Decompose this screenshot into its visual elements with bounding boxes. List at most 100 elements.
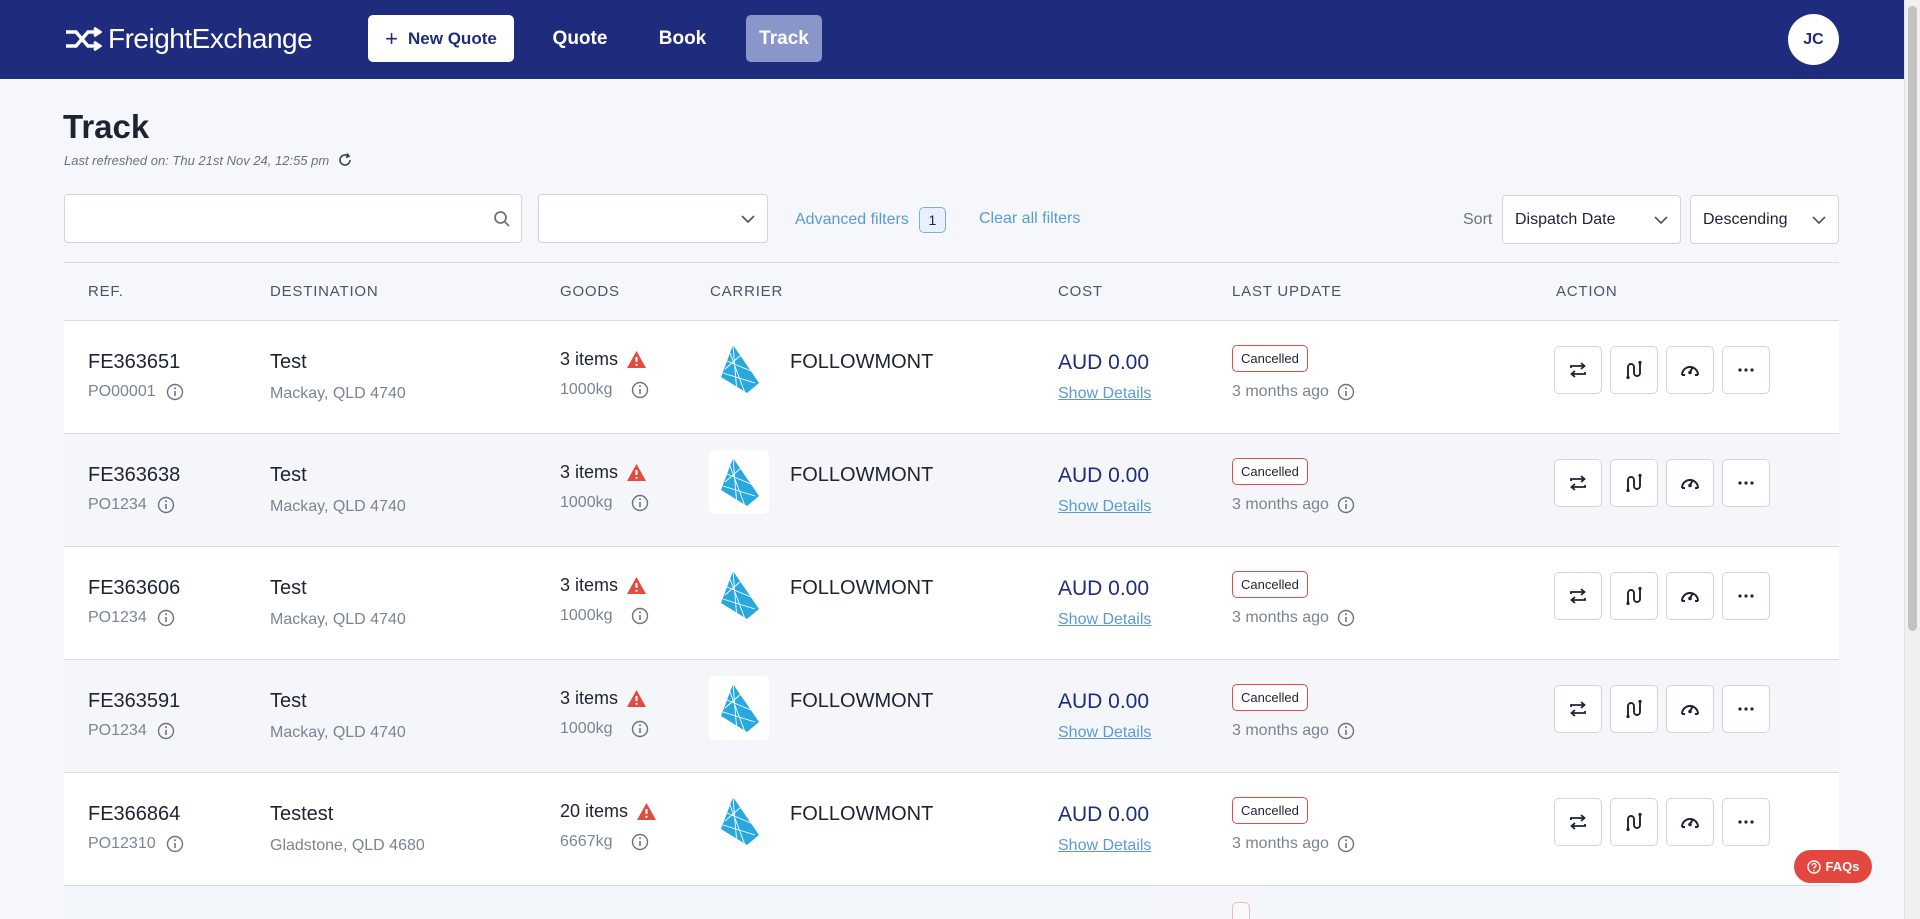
rebook-button[interactable] [1554,685,1602,733]
shipment-ref[interactable]: FE363651 [88,351,180,374]
goods-count-text: 3 items [560,349,619,369]
rebook-button[interactable] [1554,798,1602,846]
destination-location: Mackay, QLD 4740 [270,498,406,515]
search-input[interactable] [65,195,465,242]
sort-direction-select[interactable]: Descending [1690,195,1839,244]
show-details-link[interactable]: Show Details [1058,724,1151,742]
info-icon[interactable] [1337,496,1355,514]
route-button[interactable] [1610,798,1658,846]
rebook-button[interactable] [1554,459,1602,507]
route-button[interactable] [1610,572,1658,620]
shipment-ref[interactable]: FE363591 [88,690,180,713]
route-icon [1626,586,1642,606]
info-icon[interactable] [1337,383,1355,401]
status-badge [1232,902,1250,919]
more-options-button[interactable] [1722,346,1770,394]
info-icon[interactable] [631,720,649,738]
info-icon[interactable] [157,609,175,627]
col-goods[interactable]: GOODS [560,283,620,300]
track-shipment-button[interactable] [1666,685,1714,733]
info-icon[interactable] [157,722,175,740]
faqs-button[interactable]: FAQs [1794,850,1872,883]
user-avatar[interactable]: JC [1788,14,1839,65]
table-row[interactable]: FE363591 PO1234 Test Mackay, QLD 4740 3 … [64,660,1839,773]
repeat-icon [1570,362,1586,378]
show-details-link[interactable]: Show Details [1058,837,1151,855]
row-actions [1554,572,1770,620]
warning-icon[interactable] [626,463,647,482]
last-update: 3 months ago [1232,722,1355,740]
row-actions [1554,798,1770,846]
show-details-link[interactable]: Show Details [1058,498,1151,516]
info-icon[interactable] [631,381,649,399]
status-filter-select[interactable] [538,194,768,243]
more-options-button[interactable] [1722,572,1770,620]
warning-icon[interactable] [626,689,647,708]
destination-name: Test [270,464,307,486]
status-badge: Cancelled [1232,458,1308,485]
track-shipment-button[interactable] [1666,572,1714,620]
col-cost[interactable]: COST [1058,283,1103,300]
cost-value: AUD 0.00 [1058,803,1150,826]
col-destination[interactable]: DESTINATION [270,283,379,300]
carrier-name: FOLLOWMONT [790,690,934,712]
nav-quote[interactable]: Quote [540,15,620,62]
shipment-ref[interactable]: FE363638 [88,464,180,487]
table-row[interactable]: FE363651 PO00001 Test Mackay, QLD 4740 3… [64,321,1839,434]
col-last-update[interactable]: LAST UPDATE [1232,283,1342,300]
refresh-icon[interactable] [337,152,353,168]
more-options-button[interactable] [1722,685,1770,733]
info-icon[interactable] [1337,835,1355,853]
table-row[interactable]: FE363638 PO1234 Test Mackay, QLD 4740 3 … [64,434,1839,547]
route-button[interactable] [1610,459,1658,507]
table-row[interactable]: FE363606 PO1234 Test Mackay, QLD 4740 3 … [64,547,1839,660]
warning-icon[interactable] [636,802,657,821]
chevron-down-icon [741,215,755,224]
scrollbar-thumb[interactable] [1908,6,1917,631]
plus-icon: + [385,25,399,51]
show-details-link[interactable]: Show Details [1058,385,1151,403]
page-scrollbar[interactable] [1904,0,1920,919]
search-icon[interactable] [493,210,511,228]
info-icon[interactable] [157,496,175,514]
more-options-button[interactable] [1722,459,1770,507]
last-refreshed-text: Last refreshed on: Thu 21st Nov 24, 12:5… [64,152,330,168]
nav-track[interactable]: Track [746,15,822,62]
nav-book[interactable]: Book [650,15,715,62]
show-details-link[interactable]: Show Details [1058,611,1151,629]
shipment-ref[interactable]: FE363606 [88,577,180,600]
info-icon[interactable] [631,494,649,512]
advanced-filters-link[interactable]: Advanced filters 1 [795,207,946,233]
po-number: PO1234 [88,496,175,514]
info-icon[interactable] [631,833,649,851]
more-options-button[interactable] [1722,798,1770,846]
shipment-ref[interactable]: FE366864 [88,803,180,826]
col-carrier[interactable]: CARRIER [710,283,783,300]
info-icon[interactable] [1337,609,1355,627]
warning-icon[interactable] [626,576,647,595]
info-icon[interactable] [1337,722,1355,740]
destination-location: Mackay, QLD 4740 [270,611,406,628]
sort-by-select[interactable]: Dispatch Date [1502,195,1681,244]
destination-name: Test [270,577,307,599]
info-icon[interactable] [166,383,184,401]
track-shipment-button[interactable] [1666,346,1714,394]
chevron-down-icon [1654,216,1668,225]
warning-icon[interactable] [626,350,647,369]
table-row[interactable]: FE366864 PO12310 Testest Gladstone, QLD … [64,773,1839,886]
route-button[interactable] [1610,685,1658,733]
search-field[interactable] [64,194,522,243]
col-ref[interactable]: REF. [88,283,124,300]
new-quote-button[interactable]: + New Quote [368,15,514,62]
goods-weight: 1000kg [560,720,649,738]
clear-filters-link[interactable]: Clear all filters [979,210,1080,228]
rebook-button[interactable] [1554,346,1602,394]
track-shipment-button[interactable] [1666,459,1714,507]
info-icon[interactable] [631,607,649,625]
last-refreshed: Last refreshed on: Thu 21st Nov 24, 12:5… [64,152,353,168]
route-button[interactable] [1610,346,1658,394]
track-shipment-button[interactable] [1666,798,1714,846]
rebook-button[interactable] [1554,572,1602,620]
brand-logo[interactable]: FreightExchange [64,23,313,54]
info-icon[interactable] [166,835,184,853]
